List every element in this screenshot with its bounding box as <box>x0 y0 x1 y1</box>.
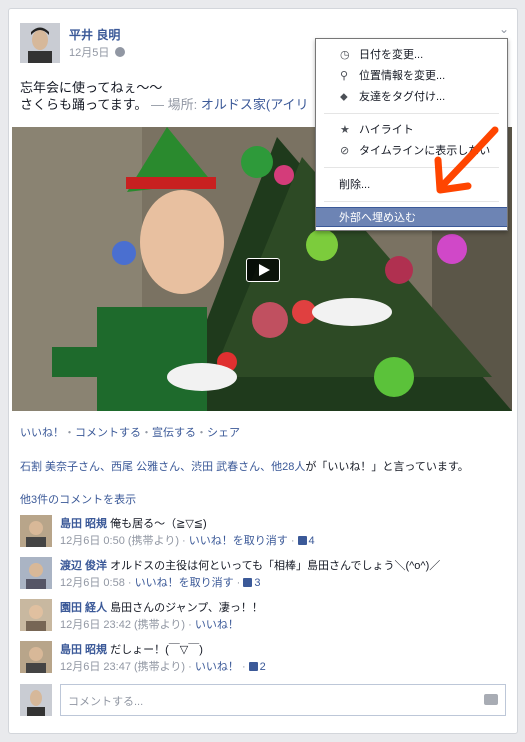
comment-like-count[interactable]: 3 <box>254 577 260 589</box>
commenter-avatar[interactable] <box>20 557 52 589</box>
thumbs-up-icon <box>243 578 253 587</box>
my-avatar <box>20 684 52 716</box>
comment-text: 俺も居る〜（≧▽≦) <box>110 518 207 530</box>
pin-icon: ⚲ <box>340 70 349 82</box>
promote-link[interactable]: 宣伝する <box>152 427 196 439</box>
comment-like-action[interactable]: いいね！ <box>195 619 239 631</box>
thumbs-up-icon <box>297 536 307 545</box>
post-date[interactable]: 12月5日 <box>69 44 126 60</box>
clock-icon: ◷ <box>340 49 350 61</box>
status-line-2: さくらも踊ってます。 <box>20 97 148 112</box>
comment-time[interactable]: 12月6日 23:47 (携帯より) <box>60 661 185 673</box>
commenter-name[interactable]: 園田 経人 <box>60 602 107 614</box>
view-more-comments-link[interactable]: 他3件のコメントを表示 <box>20 491 136 507</box>
hide-icon: ⊘ <box>340 145 350 157</box>
separator: ・ <box>64 427 75 439</box>
globe-icon <box>115 47 126 57</box>
commenter-name[interactable]: 島田 昭規 <box>60 644 107 656</box>
comment-time[interactable]: 12月6日 23:42 (携帯より) <box>60 619 185 631</box>
comment-text: 島田さんのジャンプ、凄っ！！ <box>110 602 263 614</box>
commenter-avatar[interactable] <box>20 599 52 631</box>
likers-suffix: が「いいね！」と言っています。 <box>305 461 469 473</box>
menu-item-label: 友達をタグ付け... <box>359 91 446 103</box>
share-link[interactable]: シェア <box>207 427 240 439</box>
likers-names[interactable]: 石割 美奈子さん、西尾 公雅さん、渋田 武春さん、他28人 <box>20 461 305 473</box>
comment-time[interactable]: 12月6日 0:58 <box>60 577 125 589</box>
menu-item-tag-friends[interactable]: ⬥ 友達をタグ付け... <box>316 87 507 107</box>
menu-item-label: 位置情報を変更... <box>359 70 446 82</box>
commenter-avatar[interactable] <box>20 641 52 673</box>
comment-input[interactable]: コメントする... <box>60 684 506 716</box>
comment-like-count[interactable]: 2 <box>260 661 266 673</box>
location-link[interactable]: オルドス家(アイリ <box>201 97 309 112</box>
chevron-down-icon[interactable]: ⌄ <box>499 22 509 36</box>
menu-separator <box>324 201 499 202</box>
comment-item: 島田 昭規 だしょー！(￣▽￣) 12月6日 23:47 (携帯より) · いい… <box>20 641 500 675</box>
post-actions: いいね！・コメントする・宣伝する・シェア <box>20 424 240 440</box>
comment-text: だしょー！(￣▽￣) <box>110 644 203 656</box>
commenter-name[interactable]: 渡辺 俊洋 <box>60 560 107 572</box>
comment-link[interactable]: コメントする <box>75 427 141 439</box>
tag-icon: ⬥ <box>340 91 348 103</box>
author-name[interactable]: 平井 良明 <box>69 26 120 43</box>
separator: ・ <box>196 427 207 439</box>
likers-summary: 石割 美奈子さん、西尾 公雅さん、渋田 武春さん、他28人が「いいね！」と言って… <box>20 458 469 474</box>
commenter-avatar[interactable] <box>20 515 52 547</box>
star-icon: ★ <box>340 124 350 136</box>
menu-item-embed[interactable]: 外部へ埋め込む <box>316 207 507 227</box>
separator: ・ <box>141 427 152 439</box>
comment-like-count[interactable]: 4 <box>309 535 315 547</box>
post-date-text[interactable]: 12月5日 <box>69 47 109 59</box>
comment-item: 島田 昭規 俺も居る〜（≧▽≦) 12月6日 0:50 (携帯より) · いいね… <box>20 515 500 549</box>
commenter-name[interactable]: 島田 昭規 <box>60 518 107 530</box>
menu-item-change-date[interactable]: ◷ 日付を変更... <box>316 45 507 65</box>
location-prefix: — 場所: <box>147 97 201 112</box>
comment-item: 園田 経人 島田さんのジャンプ、凄っ！！ 12月6日 23:42 (携帯より) … <box>20 599 500 633</box>
menu-item-change-location[interactable]: ⚲ 位置情報を変更... <box>316 66 507 86</box>
camera-icon[interactable] <box>484 694 498 705</box>
menu-item-label: 外部へ埋め込む <box>339 212 416 224</box>
like-link[interactable]: いいね！ <box>20 427 64 439</box>
comment-item: 渡辺 俊洋 オルドスの主役は何といっても「相棒」島田さんでしょう＼(^o^)／ … <box>20 557 500 591</box>
play-button[interactable] <box>246 258 280 282</box>
comment-like-action[interactable]: いいね！を取り消す <box>189 535 288 547</box>
menu-item-label: ハイライト <box>359 124 414 136</box>
comment-text: オルドスの主役は何といっても「相棒」島田さんでしょう＼(^o^)／ <box>110 560 441 572</box>
comment-like-action[interactable]: いいね！ <box>195 661 239 673</box>
menu-item-label: 日付を変更... <box>359 49 424 61</box>
comment-placeholder: コメントする... <box>68 696 144 708</box>
author-avatar[interactable] <box>20 23 60 63</box>
annotation-arrow-icon <box>434 126 499 194</box>
comment-like-action[interactable]: いいね！を取り消す <box>135 577 234 589</box>
thumbs-up-icon <box>248 662 258 671</box>
menu-item-label: 削除... <box>339 179 371 191</box>
comment-time[interactable]: 12月6日 0:50 (携帯より) <box>60 535 179 547</box>
menu-separator <box>324 113 499 114</box>
